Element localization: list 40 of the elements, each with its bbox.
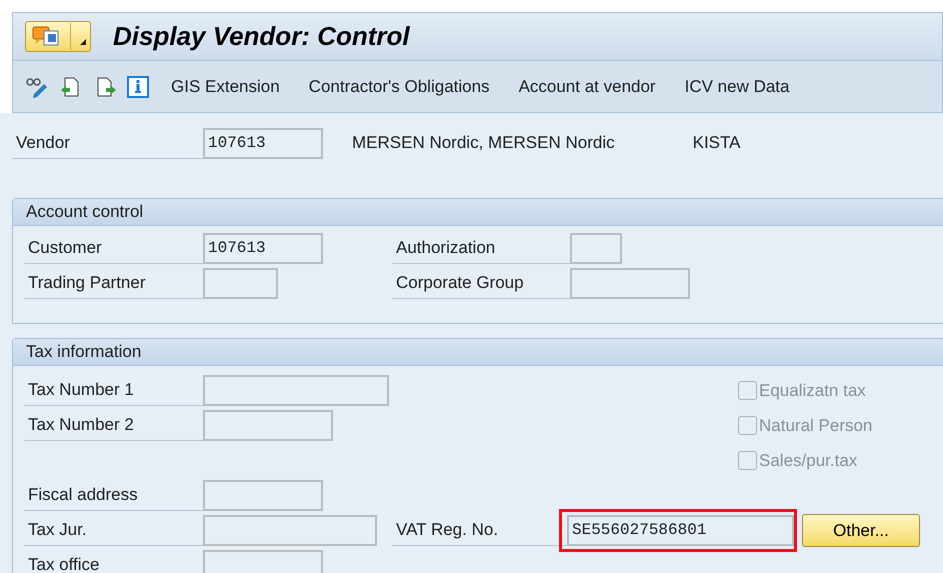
toolbar-button[interactable]: Contractor's Obligations (300, 74, 498, 100)
field-label: Tax office (24, 550, 203, 573)
checkbox-label: Natural Person (759, 414, 872, 437)
checkbox-label: Sales/pur.tax (759, 450, 858, 472)
info-icon[interactable] (127, 76, 149, 98)
group-title: Account control (26, 201, 144, 224)
toolbar-button[interactable]: Account at vendor (510, 74, 664, 100)
checkbox-label: Equalizatn tax (759, 380, 866, 402)
glasses-pencil-icon[interactable] (25, 76, 49, 98)
field-label: Tax Jur. (24, 515, 203, 546)
vendor-city: KISTA (692, 132, 740, 154)
input-field[interactable] (570, 268, 690, 299)
input-field[interactable] (203, 410, 333, 441)
field-label: Trading Partner (24, 268, 203, 299)
field-label: Fiscal address (24, 480, 203, 511)
field-label: Corporate Group (392, 268, 570, 299)
other-button[interactable]: Other... (802, 514, 920, 547)
field-label: Tax Number 1 (24, 375, 203, 406)
input-field[interactable]: SE556027586801 (567, 515, 794, 546)
field-label: Tax Number 2 (24, 410, 203, 441)
toolbar-button[interactable]: ICV new Data (676, 74, 798, 100)
input-field[interactable] (203, 480, 323, 511)
caret-icon (79, 38, 87, 46)
input-field[interactable] (203, 375, 389, 406)
input-field[interactable] (203, 515, 377, 546)
toolbar-button[interactable]: GIS Extension (163, 74, 288, 100)
input-field[interactable] (203, 268, 278, 299)
field-label: VAT Reg. No. (392, 515, 567, 546)
menu-button[interactable] (25, 21, 91, 52)
field-label: Customer (24, 233, 203, 264)
input-field[interactable] (570, 233, 622, 264)
document-back-icon[interactable] (59, 76, 81, 98)
window-title: Display Vendor: Control (113, 20, 410, 53)
input-field[interactable] (203, 550, 323, 573)
input-field[interactable]: 107613 (203, 233, 323, 264)
input-field[interactable]: 107613 (203, 128, 323, 158)
vendor-name: MERSEN Nordic, MERSEN Nordic (352, 132, 615, 154)
field-label: Authorization (392, 233, 570, 264)
group-title: Tax information (26, 341, 142, 364)
document-forward-icon[interactable] (95, 76, 117, 98)
